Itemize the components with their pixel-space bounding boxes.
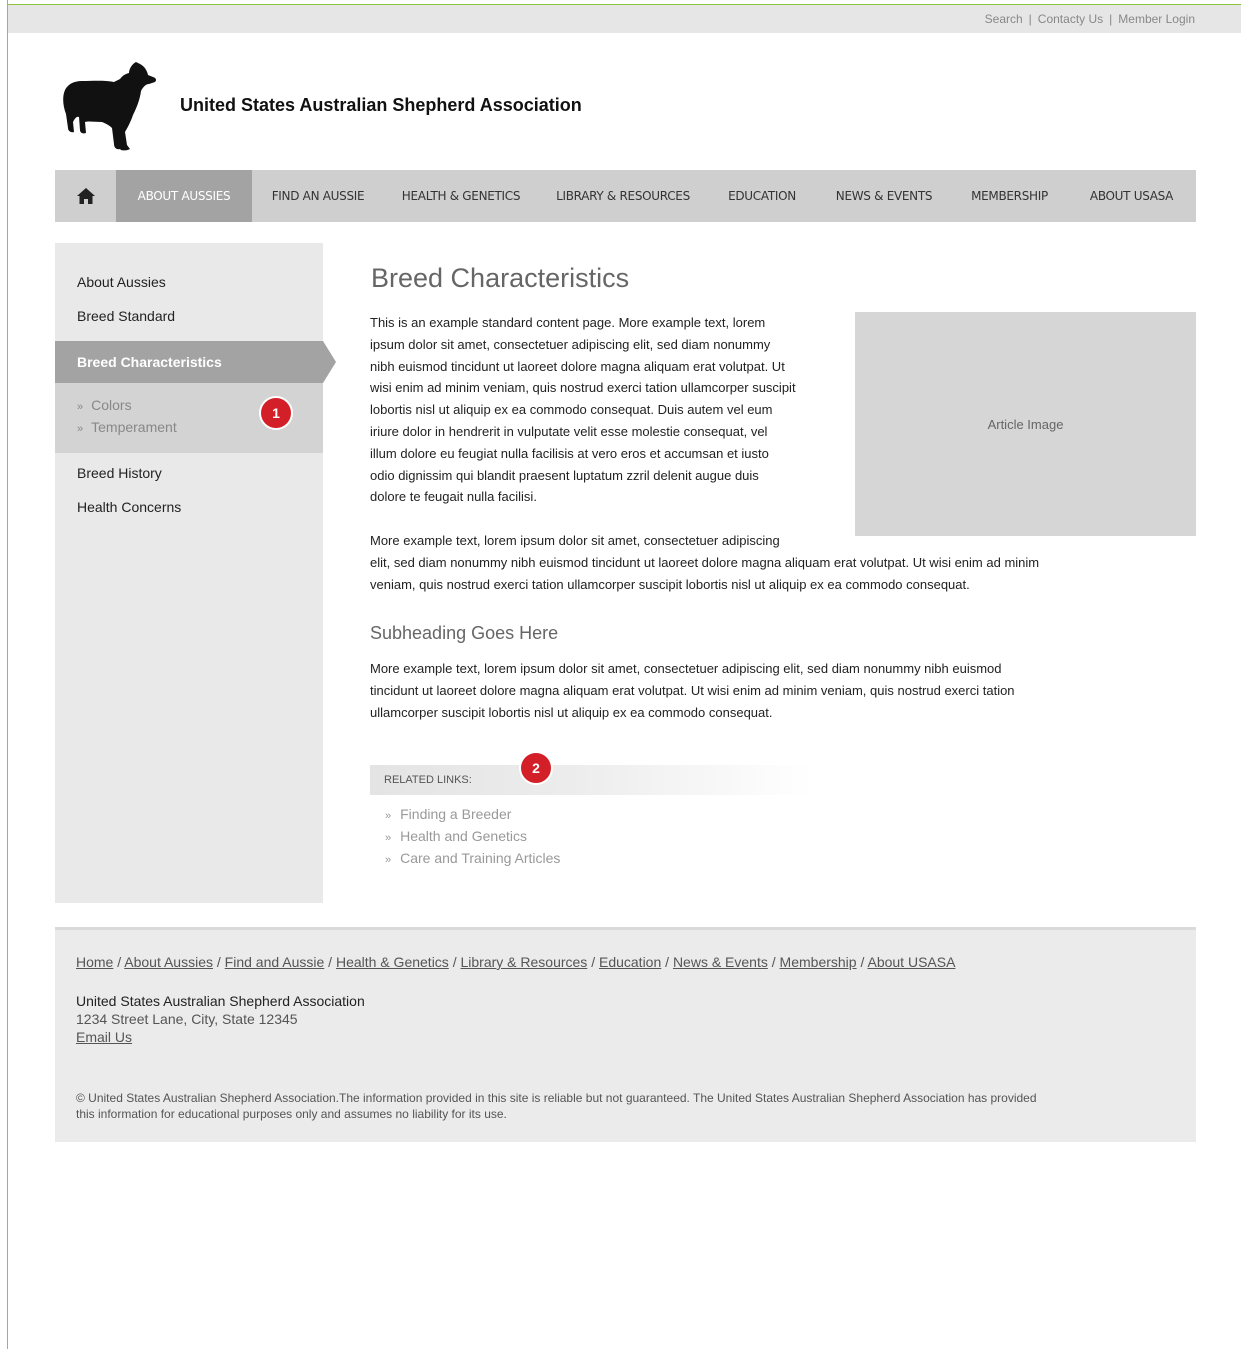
sidebar-item-breed-standard[interactable]: Breed Standard: [77, 308, 175, 324]
related-link-label: Finding a Breeder: [400, 806, 512, 822]
utility-links: Search | Contacty Us | Member Login: [985, 12, 1195, 26]
footer-separator: /: [587, 954, 599, 970]
footer-nav: Home / About Aussies / Find and Aussie /…: [76, 954, 955, 970]
sidebar-subitem-colors[interactable]: » Colors: [77, 397, 132, 413]
footer-link-find-aussie[interactable]: Find and Aussie: [225, 954, 325, 970]
nav-item-membership[interactable]: MEMBERSHIP: [952, 170, 1067, 222]
article-image-placeholder: Article Image: [855, 312, 1196, 536]
annotation-badge-2: 2: [519, 751, 553, 785]
sidebar-active-arrow: [323, 341, 336, 383]
text-line: lobortis nisl ut aliquip ex ea commodo c…: [370, 402, 773, 418]
footer-link-news-events[interactable]: News & Events: [673, 954, 768, 970]
text-line: ipsum dolor sit amet, consectetuer adipi…: [370, 336, 771, 352]
text-line: wisi enim ad minim veniam, quis nostrud …: [370, 380, 796, 396]
footer-separator: /: [448, 954, 461, 970]
nav-item-about-usasa[interactable]: ABOUT USASA: [1067, 170, 1196, 222]
related-links-title: RELATED LINKS:: [384, 774, 472, 786]
sidebar-item-about-aussies[interactable]: About Aussies: [77, 274, 166, 290]
related-links-header: RELATED LINKS:: [370, 765, 812, 795]
footer-separator: /: [767, 954, 780, 970]
nav-item-health-genetics[interactable]: HEALTH & GENETICS: [384, 170, 538, 222]
nav-home[interactable]: [55, 170, 116, 222]
utility-separator: |: [1109, 12, 1113, 26]
text-line: this information for educational purpose…: [76, 1107, 507, 1121]
annotation-badge-1: 1: [259, 396, 293, 430]
footer: Home / About Aussies / Find and Aussie /…: [55, 927, 1196, 1142]
site-title[interactable]: United States Australian Shepherd Associ…: [180, 95, 582, 116]
nav-item-find-an-aussie[interactable]: FIND AN AUSSIE: [252, 170, 384, 222]
member-login-link[interactable]: Member Login: [1118, 12, 1195, 26]
text-line: © United States Australian Shepherd Asso…: [76, 1091, 1037, 1105]
footer-link-about-usasa[interactable]: About USASA: [867, 954, 955, 970]
bullet-icon: »: [385, 832, 392, 844]
related-link-label: Health and Genetics: [400, 828, 527, 844]
search-link[interactable]: Search: [985, 12, 1023, 26]
footer-separator: /: [113, 954, 125, 970]
footer-separator: /: [213, 954, 225, 970]
text-line: More example text, lorem ipsum dolor sit…: [370, 533, 780, 548]
nav-item-about-aussies[interactable]: ABOUT AUSSIES: [116, 170, 252, 222]
footer-link-education[interactable]: Education: [599, 954, 661, 970]
sidebar-subitem-temperament[interactable]: » Temperament: [77, 419, 177, 435]
sidebar-item-breed-characteristics[interactable]: Breed Characteristics: [77, 354, 222, 370]
intro-paragraph: This is an example standard content page…: [370, 312, 850, 508]
frame-border-left: [7, 0, 8, 1349]
third-paragraph: More example text, lorem ipsum dolor sit…: [370, 658, 1170, 723]
home-icon: [76, 188, 95, 204]
contact-us-link[interactable]: Contacty Us: [1038, 12, 1103, 26]
footer-link-library-resources[interactable]: Library & Resources: [460, 954, 587, 970]
main-nav: ABOUT AUSSIES FIND AN AUSSIE HEALTH & GE…: [55, 170, 1196, 222]
footer-address: 1234 Street Lane, City, State 12345: [76, 1011, 298, 1027]
sidebar-subitem-label: Temperament: [91, 419, 177, 435]
related-link-care-training[interactable]: » Care and Training Articles: [385, 850, 560, 866]
bullet-icon: »: [385, 854, 392, 866]
sidebar-item-breed-history[interactable]: Breed History: [77, 465, 162, 481]
text-line: illum dolore eu feugiat nulla facilisis …: [370, 445, 769, 461]
text-line: This is an example standard content page…: [370, 315, 766, 330]
nav-item-education[interactable]: EDUCATION: [708, 170, 816, 222]
text-line: odio dignissim qui blandit praesent lupt…: [370, 467, 759, 483]
subheading: Subheading Goes Here: [370, 623, 559, 643]
footer-link-membership[interactable]: Membership: [780, 954, 857, 970]
page-title: Breed Characteristics: [371, 263, 630, 293]
text-line: tincidunt ut laoreet dolore magna aliqua…: [370, 682, 1015, 698]
footer-link-about-aussies[interactable]: About Aussies: [124, 954, 213, 970]
dog-silhouette-icon[interactable]: [62, 60, 158, 152]
text-line: ullamcorper suscipit lobortis nisl ut al…: [370, 704, 773, 720]
text-line: elit, sed diam nonummy nibh euismod tinc…: [370, 554, 1040, 570]
sidebar: About Aussies Breed Standard Breed Chara…: [55, 243, 336, 903]
related-link-health-genetics[interactable]: » Health and Genetics: [385, 828, 527, 844]
utility-bar: Search | Contacty Us | Member Login: [8, 5, 1241, 33]
nav-item-news-events[interactable]: NEWS & EVENTS: [816, 170, 952, 222]
related-link-label: Care and Training Articles: [400, 850, 561, 866]
article-image-label: Article Image: [987, 416, 1064, 432]
bullet-icon: »: [77, 401, 84, 413]
footer-link-health-genetics[interactable]: Health & Genetics: [336, 954, 449, 970]
footer-email-link[interactable]: Email Us: [76, 1029, 132, 1045]
text-line: iriure dolor in hendrerit in vulputate v…: [370, 423, 768, 439]
text-line: More example text, lorem ipsum dolor sit…: [370, 661, 1002, 676]
text-line: dolore te feugait nulla facilisi.: [370, 489, 537, 505]
second-paragraph: More example text, lorem ipsum dolor sit…: [370, 530, 1170, 595]
footer-separator: /: [661, 954, 673, 970]
bullet-icon: »: [77, 423, 84, 435]
text-line: nibh euismod tincidunt ut laoreet dolore…: [370, 358, 785, 374]
bullet-icon: »: [385, 810, 392, 822]
related-link-finding-breeder[interactable]: » Finding a Breeder: [385, 806, 511, 822]
utility-separator: |: [1028, 12, 1032, 26]
sidebar-item-health-concerns[interactable]: Health Concerns: [77, 499, 181, 515]
text-line: veniam, quis nostrud exerci tation ullam…: [370, 576, 970, 592]
footer-separator: /: [856, 954, 868, 970]
footer-org-name: United States Australian Shepherd Associ…: [76, 993, 365, 1009]
nav-item-library-resources[interactable]: LIBRARY & RESOURCES: [538, 170, 708, 222]
sidebar-subitem-label: Colors: [91, 397, 132, 413]
footer-copyright: © United States Australian Shepherd Asso…: [76, 1090, 1166, 1122]
footer-link-home[interactable]: Home: [76, 954, 113, 970]
footer-separator: /: [324, 954, 336, 970]
